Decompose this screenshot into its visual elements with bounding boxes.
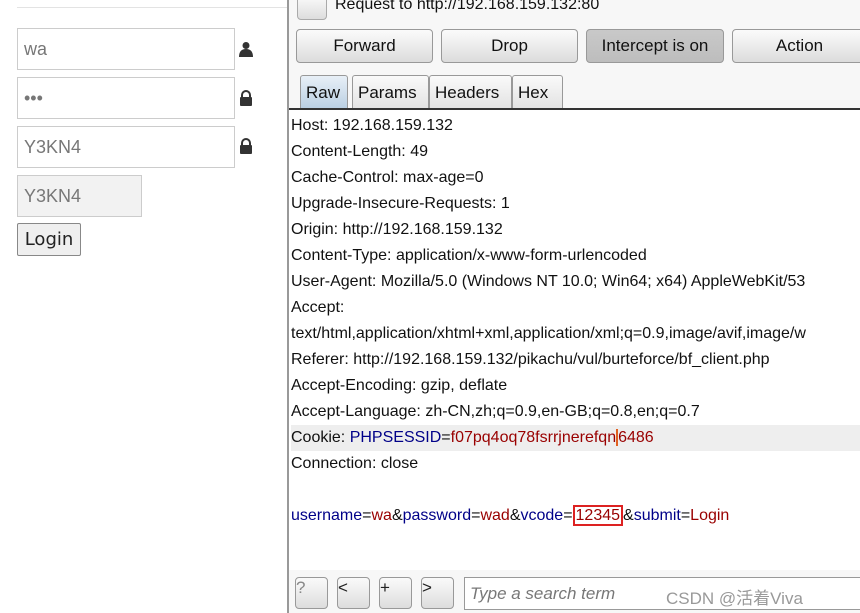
raw-request-editor[interactable]: Host: 192.168.159.132 Content-Length: 49 C…: [289, 110, 860, 570]
password-input[interactable]: •••: [17, 77, 235, 119]
tab-raw[interactable]: Raw: [300, 75, 348, 109]
tab-hex[interactable]: Hex: [512, 75, 563, 109]
forward-button[interactable]: Forward: [296, 29, 433, 63]
divider: [17, 7, 287, 8]
header-line: Upgrade-Insecure-Requests: 1: [291, 195, 510, 212]
separator: &: [623, 507, 634, 524]
header-line: Cache-Control: max-age=0: [291, 169, 484, 186]
header-line: Host: 192.168.159.132: [291, 117, 453, 134]
param-name: password: [402, 507, 472, 524]
cookie-eq: =: [441, 429, 451, 446]
burp-intercept-panel: Request to http://192.168.159.132:80 For…: [287, 0, 860, 613]
header-line: Connection: close: [291, 455, 419, 472]
action-button[interactable]: Action: [732, 29, 860, 63]
tab-params[interactable]: Params: [352, 75, 429, 109]
param-value: wa: [371, 507, 392, 524]
header-line: User-Agent: Mozilla/5.0 (Windows NT 10.0…: [291, 273, 806, 290]
login-button[interactable]: Login: [17, 223, 81, 256]
watermark: CSDN @活着Viva: [666, 589, 803, 608]
lock-icon: [240, 138, 252, 154]
separator: =: [563, 507, 573, 524]
captcha-display: Y3KN4: [17, 175, 142, 217]
cookie-label: Cookie:: [291, 429, 350, 446]
header-line: Content-Length: 49: [291, 143, 428, 160]
separator: =: [362, 507, 372, 524]
intercept-toggle-button[interactable]: Intercept is on: [586, 29, 724, 63]
header-line: Referer: http://192.168.159.132/pikachu/…: [291, 351, 770, 368]
cookie-value: f07pq4oq78fsrrjnerefqn: [450, 429, 617, 446]
cookie-name: PHPSESSID: [349, 429, 442, 446]
next-button[interactable]: >: [421, 577, 454, 609]
drop-button[interactable]: Drop: [441, 29, 578, 63]
header-line: Content-Type: application/x-www-form-url…: [291, 247, 647, 264]
separator: &: [509, 507, 521, 524]
param-value: 12345: [572, 505, 624, 526]
add-button[interactable]: +: [379, 577, 412, 609]
username-input[interactable]: wa: [17, 28, 235, 70]
param-name: vcode: [520, 507, 564, 524]
cookie-value-end: 6486: [616, 429, 654, 446]
request-title: Request to http://192.168.159.132:80: [335, 0, 600, 13]
param-value: wad: [480, 507, 510, 524]
body-line: username=wa&password=wad&vcode= 12345 &sub…: [291, 503, 729, 529]
login-page: wa ••• Y3KN4 Y3KN4 Login: [0, 0, 287, 613]
separator: =: [680, 507, 691, 524]
previous-button[interactable]: <: [337, 577, 370, 609]
user-icon: [239, 42, 253, 57]
separator: &: [391, 507, 403, 524]
tab-headers[interactable]: Headers: [429, 75, 512, 109]
header-line: Origin: http://192.168.159.132: [291, 221, 503, 238]
vcode-input[interactable]: Y3KN4: [17, 126, 235, 168]
param-value: Login: [690, 507, 730, 524]
header-line: Accept:: [291, 299, 345, 316]
header-line: Accept-Encoding: gzip, deflate: [291, 377, 508, 394]
param-name: username: [291, 507, 363, 524]
cookie-line: Cookie: PHPSESSID=f07pq4oq78fsrrjnerefqn…: [291, 425, 860, 451]
pencil-icon[interactable]: [297, 0, 327, 20]
param-name: submit: [633, 507, 681, 524]
header-line: Accept-Language: zh-CN,zh;q=0.9,en-GB;q=…: [291, 403, 700, 420]
header-line: text/html,application/xhtml+xml,applicat…: [291, 325, 806, 342]
lock-icon: [240, 90, 252, 106]
help-button[interactable]: ?: [295, 577, 328, 609]
